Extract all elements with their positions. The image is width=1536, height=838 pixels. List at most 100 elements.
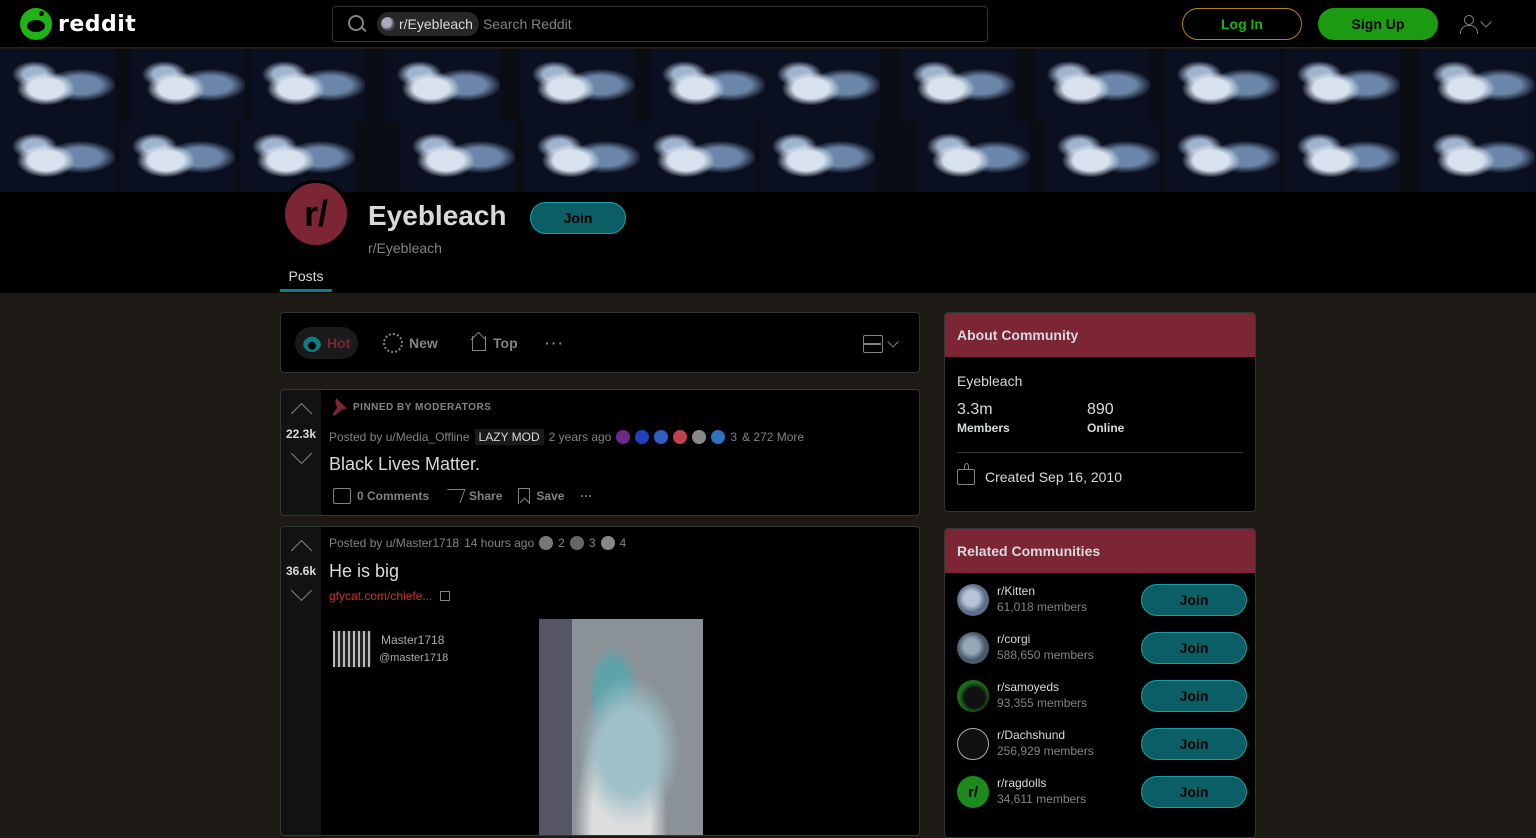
related-community-name[interactable]: r/Kitten [997,584,1035,598]
search-input[interactable] [482,16,943,32]
community-banner [0,49,1536,192]
awards-more-link[interactable]: & 272 More [742,430,804,444]
community-avatar: r/ [282,180,350,248]
post-author[interactable]: Posted by u/Media_Offline [329,430,470,444]
related-community-members: 34,611 members [997,792,1087,806]
banner-image-tile [525,121,640,192]
banner-image-tile [520,49,635,121]
save-button[interactable]: Save [514,484,572,508]
bookmark-icon [518,488,531,504]
search-bar[interactable]: r/Eyebleach [332,6,988,42]
upvote-icon[interactable] [291,400,311,420]
related-community-name[interactable]: r/corgi [997,632,1030,646]
members-label: Members [957,421,1010,435]
post-title[interactable]: Black Lives Matter. [329,454,480,475]
banner-image-tile [250,49,365,121]
share-button[interactable]: Share [441,484,510,508]
banner-image-tile [1165,49,1280,121]
post-time[interactable]: 2 years ago [549,430,612,444]
banner-image-tile [0,49,115,121]
join-button[interactable]: Join [1141,584,1247,616]
related-communities-heading: Related Communities [945,529,1255,573]
vote-count: 22.3k [285,427,317,441]
related-community-item[interactable]: r/corgi 588,650 members Join [957,628,1247,668]
chevron-down-icon [887,336,899,348]
about-community-heading: About Community [945,313,1255,357]
banner-image-tile [765,49,880,121]
online-label: Online [1087,421,1125,435]
logo-text: reddit [58,11,137,37]
sort-hot-button[interactable]: Hot [295,327,359,359]
related-community-name[interactable]: r/Dachshund [997,728,1065,742]
search-scope-chip[interactable]: r/Eyebleach [377,12,479,36]
pinned-label: PINNED BY MODERATORS [353,401,492,413]
banner-image-tile [385,49,500,121]
sort-top-label: Top [493,335,518,351]
join-button[interactable]: Join [1141,680,1247,712]
user-menu[interactable] [1458,12,1500,36]
signup-button[interactable]: Sign Up [1318,8,1438,40]
award-icon [654,430,669,444]
related-community-item[interactable]: r/samoyeds 93,355 members Join [957,676,1247,716]
post-author[interactable]: Posted by u/Master1718 [329,536,459,550]
join-button[interactable]: Join [1141,632,1247,664]
view-mode-toggle[interactable] [863,333,903,355]
award-icon [616,430,631,444]
tab-posts[interactable]: Posts [280,268,332,292]
banner-image-tile [1285,49,1400,121]
award-count: 3 [588,536,596,550]
upvote-icon[interactable] [291,537,311,557]
reddit-logo[interactable]: reddit [20,8,136,40]
post-meta: Posted by u/Media_Offline LAZY MOD 2 yea… [329,429,804,445]
comments-button[interactable]: 0 Comments [329,484,437,508]
award-count: 3 [730,430,738,444]
post-video-thumbnail[interactable] [539,619,703,835]
community-subreddit-name: r/Eyebleach [368,240,442,256]
award-icon [569,536,584,550]
share-label: Share [469,489,503,503]
join-button[interactable]: Join [1141,776,1247,808]
sort-more-button[interactable]: ··· [537,327,573,359]
related-community-item[interactable]: r/Dachshund 256,929 members Join [957,724,1247,764]
join-button[interactable]: Join [1141,728,1247,760]
post-title[interactable]: He is big [329,561,399,582]
post-time[interactable]: 14 hours ago [464,536,534,550]
save-label: Save [536,489,565,503]
post-media[interactable]: Master1718 @master1718 [329,619,911,835]
related-community-name[interactable]: r/samoyeds [997,680,1059,694]
divider [957,452,1243,453]
post-link[interactable]: gfycat.com/chiefe... [329,589,451,603]
banner-image-tile [1420,49,1535,121]
related-community-item[interactable]: r/Kitten 61,018 members Join [957,580,1247,620]
banner-image-tile [1420,121,1535,192]
post-more-button[interactable]: ··· [576,484,600,508]
post-card[interactable]: 36.6k Posted by u/Master1718 14 hours ag… [280,526,920,836]
award-count: 2 [558,536,565,550]
community-avatar [957,728,989,760]
created-date: Created Sep 16, 2010 [957,463,1122,485]
downvote-icon[interactable] [291,585,311,605]
award-icon [600,536,615,550]
post-card[interactable]: 22.3k PINNED BY MODERATORS Posted by u/M… [280,389,920,516]
sort-top-button[interactable]: Top [461,327,526,359]
banner-image-tile [0,121,115,192]
join-community-button[interactable]: Join [530,202,626,234]
banner-image-tile [650,49,765,121]
award-icon [539,536,554,550]
related-community-members: 93,355 members [997,696,1088,710]
sort-hot-label: Hot [327,335,351,351]
downvote-icon[interactable] [291,448,311,468]
chevron-down-icon [1480,16,1492,28]
about-community-name: Eyebleach [957,373,1023,389]
vote-column: 22.3k [281,390,321,515]
post-meta: Posted by u/Master1718 14 hours ago 2 3 … [329,536,626,550]
user-flair: LAZY MOD [474,429,544,445]
community-title: Eyebleach [368,200,507,231]
related-community-item[interactable]: r/ r/ragdolls 34,611 members Join [957,772,1247,812]
related-community-name[interactable]: r/ragdolls [997,776,1046,790]
pin-icon [332,398,347,416]
login-button[interactable]: Log In [1182,8,1302,40]
sort-new-button[interactable]: New [375,327,446,359]
award-count: 4 [619,536,627,550]
post-link-text: gfycat.com/chiefe... [329,589,433,603]
